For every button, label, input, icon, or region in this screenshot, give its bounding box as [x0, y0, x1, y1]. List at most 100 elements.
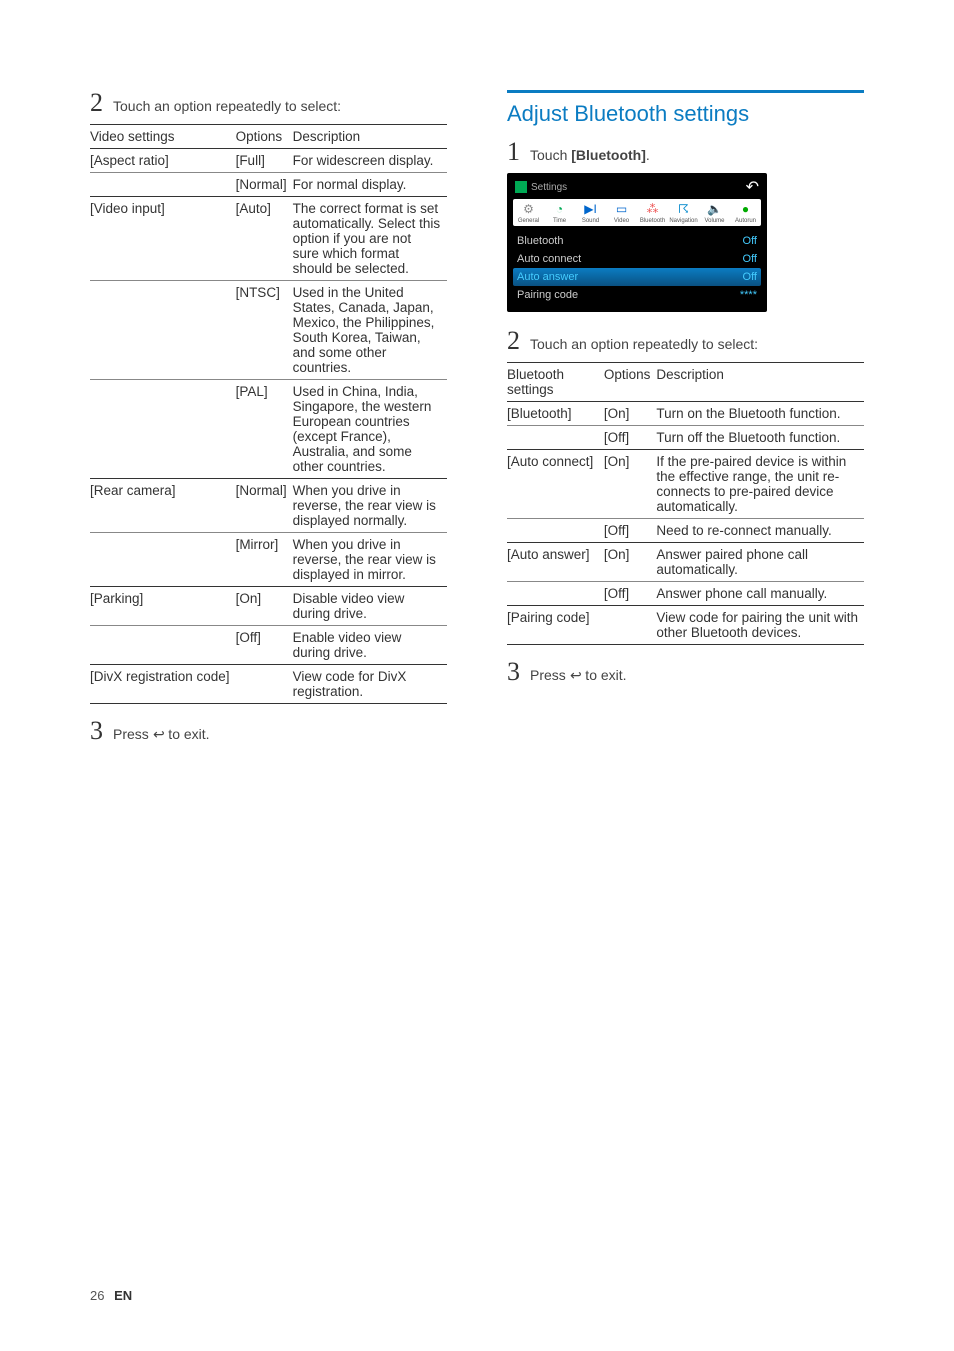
- setting-cell: [Pairing code]: [507, 606, 604, 645]
- vol-icon: 🔈: [707, 201, 723, 217]
- page-footer: 26 EN: [90, 1288, 132, 1303]
- description-cell: Answer phone call manually.: [656, 582, 864, 606]
- setting-cell: [DivX registration code]: [90, 665, 236, 704]
- row-value: ****: [740, 289, 757, 301]
- setting-cell: [Auto answer]: [507, 543, 604, 582]
- screenshot-row: Pairing code ****: [513, 286, 761, 304]
- step-text: Touch [Bluetooth].: [530, 147, 650, 163]
- tab-label: Volume: [704, 218, 724, 224]
- option-cell: [Full]: [236, 149, 293, 173]
- row-label: Bluetooth: [517, 235, 563, 247]
- table-row: [Mirror]When you drive in reverse, the r…: [90, 533, 447, 587]
- option-cell: [236, 665, 293, 704]
- description-cell: Answer paired phone call automatically.: [656, 543, 864, 582]
- option-cell: [PAL]: [236, 380, 293, 479]
- header-options: Options: [236, 125, 293, 149]
- video-icon: ▭: [614, 201, 630, 217]
- screenshot-tab: ●Autorun: [730, 199, 761, 226]
- setting-cell: [Parking]: [90, 587, 236, 626]
- tab-label: Navigation: [669, 218, 697, 224]
- option-cell: [On]: [604, 450, 657, 519]
- tab-label: General: [518, 218, 539, 224]
- screenshot-tabs: ⚙General◔Time▶︎ISound▭Video⁂Bluetooth☈Na…: [513, 199, 761, 226]
- description-cell: Used in the United States, Canada, Japan…: [293, 281, 447, 380]
- setting-cell: [507, 582, 604, 606]
- screenshot-tab: ▭Video: [606, 199, 637, 226]
- option-cell: [Normal]: [236, 479, 293, 533]
- table-row: [Off]Answer phone call manually.: [507, 582, 864, 606]
- option-cell: [Normal]: [236, 173, 293, 197]
- table-row: [Off]Enable video view during drive.: [90, 626, 447, 665]
- header-setting: Bluetooth settings: [507, 363, 604, 402]
- step-2: 2 Touch an option repeatedly to select:: [507, 328, 864, 354]
- bt-icon: ⁂: [645, 201, 661, 217]
- tab-label: Autorun: [735, 218, 756, 224]
- description-cell: Enable video view during drive.: [293, 626, 447, 665]
- option-cell: [Mirror]: [236, 533, 293, 587]
- description-cell: When you drive in reverse, the rear view…: [293, 479, 447, 533]
- step-3: 3 Press ↪ to exit.: [90, 718, 447, 744]
- description-cell: The correct format is set automatically.…: [293, 197, 447, 281]
- table-row: [Video input][Auto]The correct format is…: [90, 197, 447, 281]
- table-row: [Auto answer][On]Answer paired phone cal…: [507, 543, 864, 582]
- header-setting: Video settings: [90, 125, 236, 149]
- table-row: [NTSC]Used in the United States, Canada,…: [90, 281, 447, 380]
- description-cell: Used in China, India, Singapore, the wes…: [293, 380, 447, 479]
- setting-cell: [Auto connect]: [507, 450, 604, 519]
- table-row: [PAL]Used in China, India, Singapore, th…: [90, 380, 447, 479]
- option-cell: [On]: [236, 587, 293, 626]
- setting-cell: [Video input]: [90, 197, 236, 281]
- right-column: Adjust Bluetooth settings 1 Touch [Bluet…: [507, 90, 864, 752]
- video-settings-table: Video settings Options Description [Aspe…: [90, 124, 447, 704]
- row-value: Off: [743, 235, 757, 247]
- description-cell: View code for DivX registration.: [293, 665, 447, 704]
- screenshot-row: Bluetooth Off: [513, 232, 761, 250]
- setting-cell: [90, 173, 236, 197]
- option-cell: [On]: [604, 543, 657, 582]
- screenshot-tab: ⁂Bluetooth: [637, 199, 668, 226]
- screenshot-rows: BluetoothOffAuto connectOffAuto answerOf…: [513, 232, 761, 304]
- back-icon: ↶: [746, 177, 759, 197]
- header-options: Options: [604, 363, 657, 402]
- tab-label: Video: [614, 218, 629, 224]
- clock-icon: ◔: [552, 201, 568, 217]
- nav-icon: ☈: [676, 201, 692, 217]
- header-description: Description: [656, 363, 864, 402]
- bluetooth-settings-table: Bluetooth settings Options Description […: [507, 362, 864, 645]
- settings-screenshot: Settings ↶ ⚙General◔Time▶︎ISound▭Video⁂B…: [507, 173, 767, 312]
- setting-cell: [Rear camera]: [90, 479, 236, 533]
- table-row: [Parking][On]Disable video view during d…: [90, 587, 447, 626]
- left-column: 2 Touch an option repeatedly to select: …: [90, 90, 447, 752]
- step-text: Press ↪ to exit.: [530, 667, 627, 684]
- screenshot-tab: ▶︎ISound: [575, 199, 606, 226]
- option-cell: [Off]: [236, 626, 293, 665]
- description-cell: For widescreen display.: [293, 149, 447, 173]
- screenshot-row: Auto connectOff: [513, 250, 761, 268]
- option-cell: [NTSC]: [236, 281, 293, 380]
- tab-label: Bluetooth: [640, 218, 665, 224]
- table-row: [Aspect ratio][Full]For widescreen displ…: [90, 149, 447, 173]
- option-cell: [Off]: [604, 519, 657, 543]
- table-row: [Pairing code]View code for pairing the …: [507, 606, 864, 645]
- header-description: Description: [293, 125, 447, 149]
- setting-cell: [90, 380, 236, 479]
- description-cell: Need to re-connect manually.: [656, 519, 864, 543]
- step-number: 2: [90, 90, 103, 116]
- setting-cell: [90, 626, 236, 665]
- row-label: Auto answer: [517, 271, 578, 283]
- setting-cell: [90, 281, 236, 380]
- table-row: [DivX registration code] View code for Di…: [90, 665, 447, 704]
- step-number: 3: [507, 659, 520, 685]
- option-cell: [Off]: [604, 426, 657, 450]
- warn-icon: ●: [738, 201, 754, 217]
- row-value: Off: [743, 253, 757, 265]
- option-cell: [Auto]: [236, 197, 293, 281]
- row-label: Pairing code: [517, 289, 578, 301]
- home-icon: [515, 181, 527, 193]
- step-text: Touch an option repeatedly to select:: [113, 98, 341, 114]
- setting-cell: [507, 426, 604, 450]
- table-row: [Bluetooth][On]Turn on the Bluetooth fun…: [507, 402, 864, 426]
- table-row: [Rear camera][Normal]When you drive in r…: [90, 479, 447, 533]
- setting-cell: [90, 533, 236, 587]
- screenshot-tab: ☈Navigation: [668, 199, 699, 226]
